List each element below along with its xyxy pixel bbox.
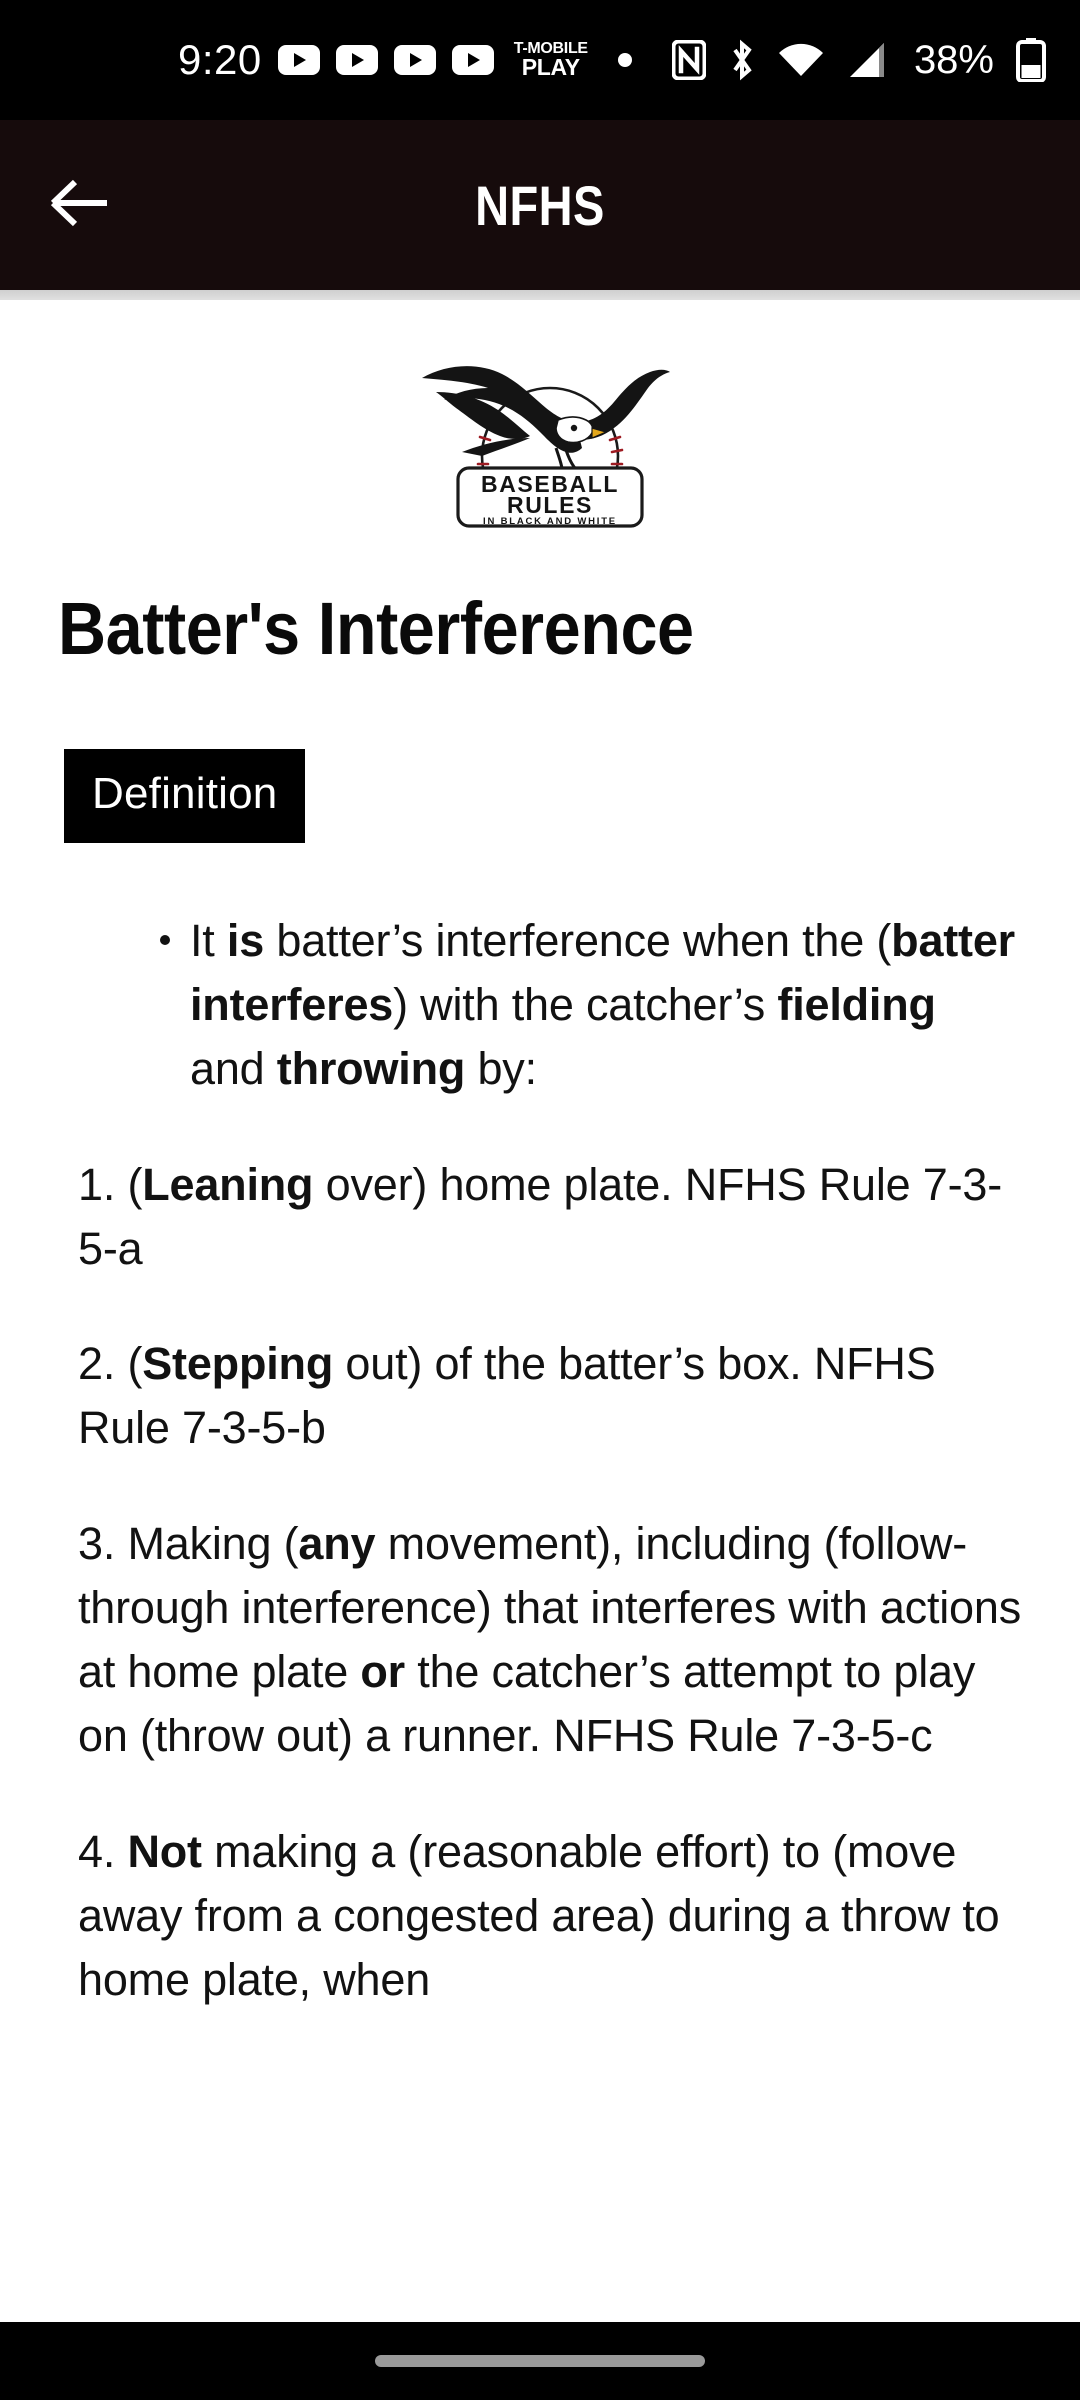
- app-screen: 9:20 T-MOBILE PLAY 38% NFHS BASEBALL RUL…: [0, 0, 1080, 2400]
- page-title: Batter's Interference: [58, 587, 694, 670]
- nfc-icon: [671, 40, 706, 80]
- battery-icon: [1016, 38, 1046, 82]
- status-bar: 9:20 T-MOBILE PLAY 38%: [0, 0, 1080, 120]
- status-bar-right: 38%: [671, 37, 1046, 83]
- numbered-item: 3. Making (any movement), including (fol…: [78, 1518, 1021, 1761]
- logo-line2: RULES: [507, 492, 593, 518]
- navigation-bar: [0, 2322, 1080, 2400]
- tmobile-play-icon: T-MOBILE PLAY: [514, 41, 588, 78]
- cellular-signal-icon: [846, 40, 888, 80]
- app-bar: NFHS: [0, 120, 1080, 290]
- numbered-item: 2. (Stepping out) of the batter’s box. N…: [78, 1338, 936, 1454]
- youtube-icon: [393, 45, 436, 75]
- content-scroll-area[interactable]: BASEBALL RULES IN BLACK AND WHITE Batter…: [0, 300, 1080, 2322]
- wifi-icon: [778, 40, 824, 80]
- numbered-list: 1. (Leaning over) home plate. NFHS Rule …: [0, 1153, 1080, 2012]
- home-gesture-pill[interactable]: [375, 2355, 705, 2367]
- status-bar-clock: 9:20: [178, 36, 262, 83]
- numbered-item: 4. Not making a (reasonable effort) to (…: [78, 1825, 1000, 2005]
- youtube-icon: [451, 45, 494, 75]
- more-notifications-dot-icon: [617, 53, 632, 67]
- battery-percent-label: 38%: [913, 37, 994, 82]
- tmobile-play-line2: PLAY: [521, 53, 580, 80]
- app-bar-title: NFHS: [475, 173, 605, 237]
- youtube-icon: [277, 45, 320, 75]
- baseball-rules-logo: BASEBALL RULES IN BLACK AND WHITE: [422, 366, 670, 528]
- definition-bullet-item: It is batter’s interference when the (ba…: [0, 909, 1080, 1101]
- bullet-dot-icon: [160, 935, 170, 945]
- definition-bullet-text: It is batter’s interference when the (ba…: [190, 915, 1015, 1094]
- numbered-item: 1. (Leaning over) home plate. NFHS Rule …: [78, 1158, 1003, 1274]
- logo-container: BASEBALL RULES IN BLACK AND WHITE: [0, 348, 1080, 548]
- bluetooth-icon: [728, 39, 756, 81]
- status-bar-left: 9:20 T-MOBILE PLAY: [0, 39, 632, 81]
- logo-line3: IN BLACK AND WHITE: [483, 516, 617, 527]
- youtube-icon: [335, 45, 378, 75]
- section-badge-definition: Definition: [64, 749, 306, 843]
